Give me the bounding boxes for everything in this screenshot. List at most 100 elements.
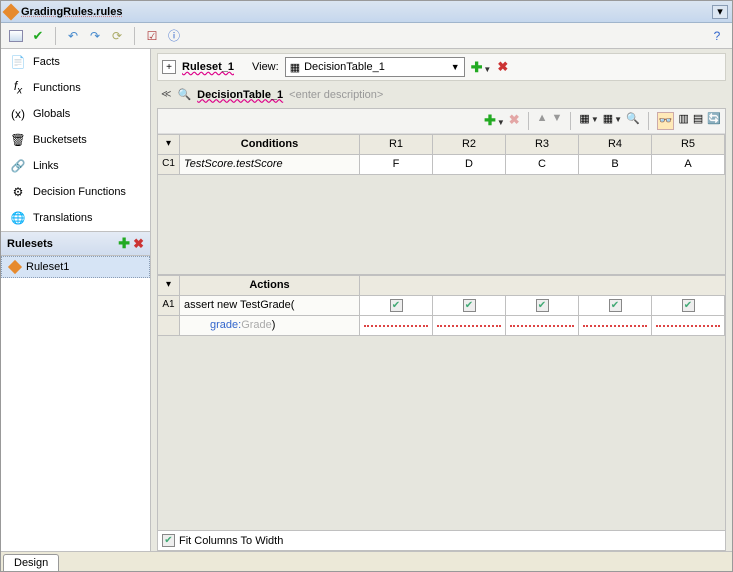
fit-columns-label: Fit Columns To Width (179, 535, 283, 547)
sidebar-item-bucketsets[interactable]: 🗑 Bucketsets (1, 127, 150, 153)
links-icon: 🔗 (9, 157, 27, 175)
action-param-value[interactable] (652, 316, 725, 336)
main-toolbar: ✔ ↶ ↷ ⟳ ☑ ⓘ ? (1, 23, 732, 49)
delete-button[interactable]: ✖ (509, 112, 520, 130)
validate-icon[interactable]: ✔ (29, 27, 47, 45)
menu-dropdown-button[interactable]: ▾ (712, 5, 728, 19)
sidebar-item-links[interactable]: 🔗 Links (1, 153, 150, 179)
conditions-grid: ▾ Conditions R1 R2 R3 R4 R5 C1 TestScore… (158, 134, 725, 175)
rule-header[interactable]: R3 (506, 135, 579, 155)
condition-value[interactable]: B (579, 155, 652, 175)
delete-rule-button[interactable]: ✖ (497, 59, 508, 75)
condition-id[interactable]: C1 (158, 155, 180, 175)
sidebar-item-label: Globals (33, 108, 70, 120)
condition-expr[interactable]: TestScore.testScore (180, 155, 360, 175)
action-check[interactable]: ✔ (579, 296, 652, 316)
rule-header[interactable]: R2 (433, 135, 506, 155)
expand-ruleset-button[interactable]: + (162, 60, 176, 74)
condition-value[interactable]: F (360, 155, 433, 175)
action-expr[interactable]: assert new TestGrade( (180, 296, 360, 316)
collapse-icon[interactable]: ≪ (161, 89, 171, 100)
corner-cell[interactable]: ▾ (158, 135, 180, 155)
bottom-tabs: Design (1, 551, 732, 571)
find-gaps-icon[interactable]: 🔍 (626, 112, 640, 130)
action-check[interactable]: ✔ (433, 296, 506, 316)
separator (528, 112, 529, 130)
separator (570, 112, 571, 130)
sidebar: 📄 Facts fx Functions (x) Globals 🗑 Bucke… (1, 49, 151, 551)
split-icon[interactable]: ▥ (678, 112, 688, 130)
info-icon[interactable]: ⓘ (165, 27, 183, 45)
move-up-icon[interactable]: ▲ (537, 112, 548, 130)
delete-ruleset-button[interactable]: ✖ (133, 236, 144, 251)
add-ruleset-button[interactable]: ✚ (118, 235, 130, 251)
add-rule-button[interactable]: ✚▼ (471, 59, 492, 76)
rulesets-label: Rulesets (7, 238, 53, 250)
action-check[interactable]: ✔ (652, 296, 725, 316)
view-dropdown[interactable]: ▦ DecisionTable_1 ▼ (285, 57, 465, 77)
gap-analysis-icon[interactable]: ▦▼ (579, 112, 598, 130)
action-check[interactable]: ✔ (360, 296, 433, 316)
sidebar-item-globals[interactable]: (x) Globals (1, 101, 150, 127)
sidebar-item-translations[interactable]: 🌐 Translations (1, 205, 150, 231)
ruleset-icon (8, 260, 22, 274)
switch-icon[interactable]: 🔄 (707, 112, 721, 130)
separator (55, 27, 56, 45)
rule-header[interactable]: R4 (579, 135, 652, 155)
merge-icon[interactable]: ▤ (693, 112, 703, 130)
table-icon: ▦ (290, 61, 300, 74)
corner-cell[interactable]: ▾ (158, 276, 180, 296)
condition-value[interactable]: D (433, 155, 506, 175)
action-param-value[interactable] (579, 316, 652, 336)
action-param[interactable]: grade:Grade) (180, 316, 360, 336)
sidebar-item-facts[interactable]: 📄 Facts (1, 49, 150, 75)
condition-value[interactable]: A (652, 155, 725, 175)
undo-icon[interactable]: ↶ (64, 27, 82, 45)
move-down-icon[interactable]: ▼ (552, 112, 563, 130)
sidebar-item-functions[interactable]: fx Functions (1, 75, 150, 101)
separator (648, 112, 649, 130)
add-button[interactable]: ✚▼ (484, 112, 505, 130)
action-param-value[interactable] (433, 316, 506, 336)
redo-icon[interactable]: ↷ (86, 27, 104, 45)
dictionary-icon[interactable] (7, 27, 25, 45)
decision-table: ✚▼ ✖ ▲ ▼ ▦▼ ▦▼ 🔍 👓 ▥ ▤ 🔄 ▾ Conditions (157, 108, 726, 551)
ruleset-item-label: Ruleset1 (26, 261, 69, 273)
conflict-icon[interactable]: ▦▼ (603, 112, 622, 130)
sidebar-item-label: Links (33, 160, 59, 172)
design-tab[interactable]: Design (3, 554, 59, 571)
decision-table-name[interactable]: DecisionTable_1 (197, 89, 283, 101)
help-icon[interactable]: ? (708, 27, 726, 45)
action-param-value[interactable] (506, 316, 579, 336)
actions-header: Actions (180, 276, 360, 296)
rule-header[interactable]: R5 (652, 135, 725, 155)
action-check[interactable]: ✔ (506, 296, 579, 316)
rules-file-icon (3, 3, 20, 20)
search-icon[interactable]: 🔍 (177, 88, 191, 101)
refresh-icon[interactable]: ⟳ (108, 27, 126, 45)
ruleset-name[interactable]: Ruleset_1 (182, 61, 234, 73)
conditions-header: Conditions (180, 135, 360, 155)
separator (134, 27, 135, 45)
fit-columns-checkbox[interactable]: ✔ (162, 534, 175, 547)
sidebar-item-label: Bucketsets (33, 134, 87, 146)
ruleset-item[interactable]: Ruleset1 (1, 256, 150, 278)
sidebar-item-decision-functions[interactable]: ⚙ Decision Functions (1, 179, 150, 205)
verify-icon[interactable]: ☑ (143, 27, 161, 45)
fit-columns-row: ✔ Fit Columns To Width (158, 530, 725, 550)
action-param-value[interactable] (360, 316, 433, 336)
toggle-icon[interactable]: 👓 (657, 112, 675, 130)
decision-table-header: ≪ 🔍 DecisionTable_1 <enter description> (157, 85, 726, 104)
content-area: + Ruleset_1 View: ▦ DecisionTable_1 ▼ ✚▼… (151, 49, 732, 551)
action-param-row (158, 316, 180, 336)
table-toolbar: ✚▼ ✖ ▲ ▼ ▦▼ ▦▼ 🔍 👓 ▥ ▤ 🔄 (158, 109, 725, 134)
condition-value[interactable]: C (506, 155, 579, 175)
functions-icon: fx (9, 79, 27, 97)
description-placeholder[interactable]: <enter description> (289, 89, 383, 101)
grid-gap (158, 175, 725, 275)
sidebar-item-label: Translations (33, 212, 93, 224)
file-title: GradingRules.rules (21, 6, 122, 18)
rule-header[interactable]: R1 (360, 135, 433, 155)
action-id[interactable]: A1 (158, 296, 180, 316)
sidebar-item-label: Facts (33, 56, 60, 68)
